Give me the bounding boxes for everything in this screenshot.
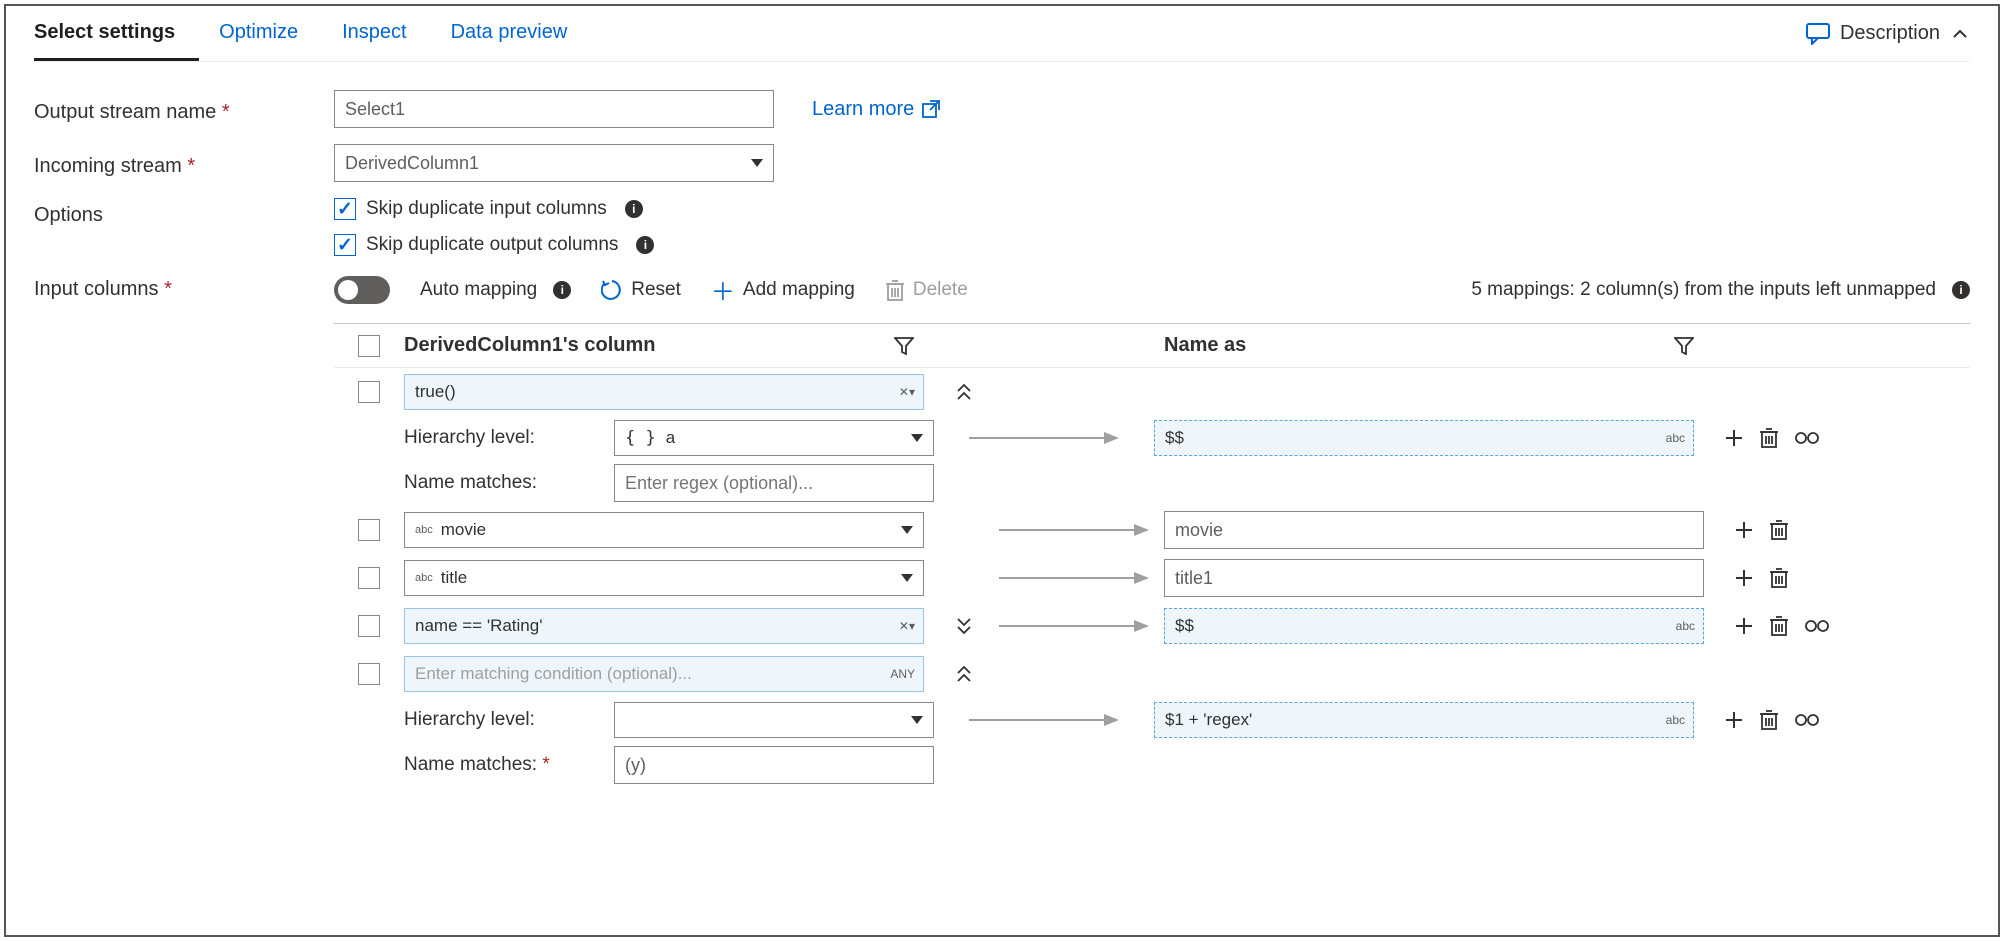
trash-icon[interactable]	[1770, 568, 1788, 588]
add-icon[interactable]	[1734, 520, 1754, 540]
link-icon[interactable]	[1794, 713, 1820, 727]
incoming-stream-value: DerivedColumn1	[345, 153, 479, 174]
filter-icon[interactable]	[1674, 337, 1694, 355]
output-stream-name-label: Output stream name	[34, 95, 334, 124]
row-checkbox[interactable]: ✓	[358, 567, 380, 589]
trash-icon[interactable]	[1760, 710, 1778, 730]
trash-icon[interactable]	[1770, 520, 1788, 540]
clear-expr-icon[interactable]: ✕▾	[899, 385, 915, 399]
auto-mapping-toggle[interactable]	[334, 276, 390, 304]
filter-icon[interactable]	[894, 337, 914, 355]
trash-icon[interactable]	[1760, 428, 1778, 448]
name-as-input[interactable]	[1164, 511, 1704, 549]
plus-icon: ＋	[711, 272, 735, 307]
string-type-icon: abc	[415, 524, 433, 536]
source-column-select[interactable]: abc movie	[404, 512, 924, 548]
collapse-icon[interactable]	[955, 382, 973, 402]
caret-down-icon	[911, 434, 923, 442]
hierarchy-level-label: Hierarchy level:	[404, 427, 594, 449]
reset-button[interactable]: Reset	[601, 279, 681, 301]
tab-select-settings[interactable]: Select settings	[34, 7, 199, 61]
name-matches-label: Name matches:	[404, 472, 594, 494]
abc-badge: abc	[1676, 619, 1695, 633]
description-label: Description	[1840, 22, 1940, 45]
caret-down-icon	[901, 526, 913, 534]
source-column-select[interactable]: abc title	[404, 560, 924, 596]
comment-icon	[1806, 23, 1830, 45]
add-icon[interactable]	[1734, 568, 1754, 588]
skip-dup-input-label: Skip duplicate input columns	[366, 198, 607, 220]
external-link-icon	[922, 100, 940, 118]
name-matches-input[interactable]	[614, 464, 934, 502]
clear-expr-icon[interactable]: ✕▾	[899, 619, 915, 633]
skip-dup-output-label: Skip duplicate output columns	[366, 234, 618, 256]
row-checkbox[interactable]: ✓	[358, 663, 380, 685]
column-header-name-as: Name as	[1164, 334, 1246, 357]
tab-data-preview[interactable]: Data preview	[451, 7, 592, 61]
object-type-icon: { }	[625, 428, 656, 448]
skip-dup-input-checkbox[interactable]: ✓	[334, 198, 356, 220]
chevron-up-icon	[1950, 24, 1970, 44]
caret-down-icon	[751, 159, 763, 167]
link-icon[interactable]	[1794, 431, 1820, 445]
trash-icon	[885, 279, 905, 301]
row-checkbox[interactable]: ✓	[358, 381, 380, 403]
learn-more-label: Learn more	[812, 98, 914, 121]
options-label: Options	[34, 198, 334, 227]
abc-badge: abc	[1666, 713, 1685, 727]
string-type-icon: abc	[415, 572, 433, 584]
row-checkbox[interactable]: ✓	[358, 519, 380, 541]
name-matches-label: Name matches:	[404, 754, 594, 776]
matching-condition-input[interactable]: Enter matching condition (optional)... A…	[404, 656, 924, 692]
name-matches-input[interactable]	[614, 746, 934, 784]
caret-down-icon	[901, 574, 913, 582]
add-icon[interactable]	[1724, 428, 1744, 448]
expand-icon[interactable]	[955, 616, 973, 636]
output-stream-name-input[interactable]	[334, 90, 774, 128]
abc-badge: abc	[1666, 431, 1685, 445]
input-columns-label: Input columns	[34, 272, 334, 301]
add-icon[interactable]	[1724, 710, 1744, 730]
name-as-input[interactable]: $1 + 'regex' abc	[1154, 702, 1694, 738]
name-as-input[interactable]: $$ abc	[1154, 420, 1694, 456]
info-icon[interactable]: i	[625, 200, 643, 218]
row-checkbox[interactable]: ✓	[358, 615, 380, 637]
tab-inspect[interactable]: Inspect	[342, 7, 430, 61]
collapse-icon[interactable]	[955, 664, 973, 684]
info-icon[interactable]: i	[636, 236, 654, 254]
link-icon[interactable]	[1804, 619, 1830, 633]
reset-icon	[601, 279, 623, 301]
info-icon[interactable]: i	[553, 281, 571, 299]
rule-expression-input[interactable]: true() ✕▾	[404, 374, 924, 410]
incoming-stream-label: Incoming stream	[34, 149, 334, 178]
auto-mapping-label: Auto mapping	[420, 279, 537, 301]
incoming-stream-select[interactable]: DerivedColumn1	[334, 144, 774, 182]
hierarchy-level-select[interactable]: { } a	[614, 420, 934, 456]
add-icon[interactable]	[1734, 616, 1754, 636]
description-toggle[interactable]: Description	[1806, 22, 1970, 45]
tab-optimize[interactable]: Optimize	[219, 7, 322, 61]
info-icon[interactable]: i	[1952, 281, 1970, 299]
trash-icon[interactable]	[1770, 616, 1788, 636]
caret-down-icon	[911, 716, 923, 724]
column-header-source: DerivedColumn1's column	[404, 334, 655, 357]
hierarchy-level-label: Hierarchy level:	[404, 709, 594, 731]
select-all-checkbox[interactable]: ✓	[358, 335, 380, 357]
hierarchy-level-select[interactable]	[614, 702, 934, 738]
mapping-status: 5 mappings: 2 column(s) from the inputs …	[1471, 279, 1936, 301]
name-as-input[interactable]: $$ abc	[1164, 608, 1704, 644]
delete-button[interactable]: Delete	[885, 279, 968, 301]
any-badge: ANY	[890, 667, 915, 681]
rule-expression-input[interactable]: name == 'Rating' ✕▾	[404, 608, 924, 644]
skip-dup-output-checkbox[interactable]: ✓	[334, 234, 356, 256]
add-mapping-button[interactable]: ＋ Add mapping	[711, 272, 855, 307]
learn-more-link[interactable]: Learn more	[812, 98, 940, 121]
name-as-input[interactable]	[1164, 559, 1704, 597]
